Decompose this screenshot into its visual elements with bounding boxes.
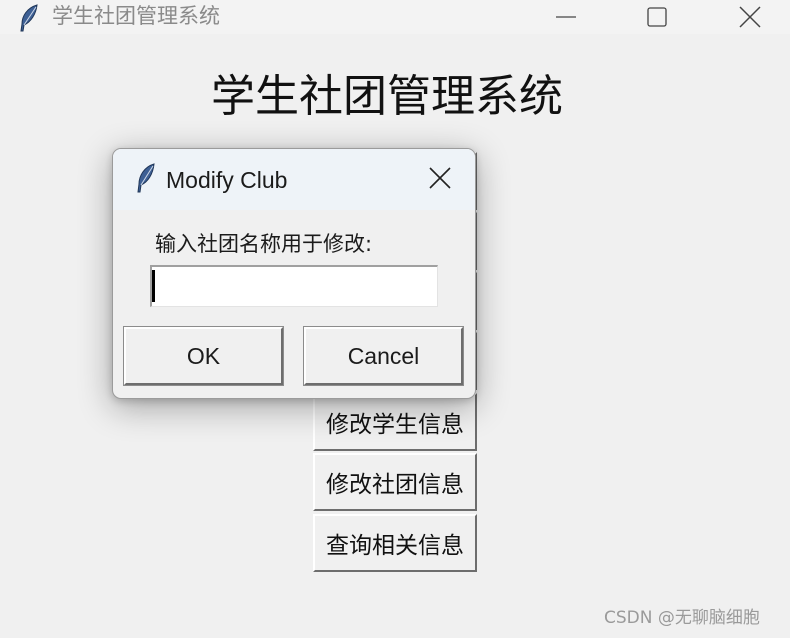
cancel-button[interactable]: Cancel [303, 326, 464, 386]
window-titlebar: 学生社团管理系统 [0, 0, 790, 34]
close-icon [429, 167, 451, 189]
modify-student-button[interactable]: 修改学生信息 [313, 393, 477, 451]
window-title: 学生社团管理系统 [52, 4, 220, 28]
feather-icon [135, 163, 157, 197]
ok-button[interactable]: OK [123, 326, 284, 386]
watermark: CSDN @无聊脑细胞 [604, 608, 760, 628]
club-name-input[interactable] [150, 265, 438, 307]
query-info-button[interactable]: 查询相关信息 [313, 514, 477, 572]
maximize-button[interactable] [627, 0, 687, 34]
dialog-title: Modify Club [166, 167, 288, 193]
text-caret [152, 270, 155, 302]
feather-icon [18, 4, 40, 36]
close-window-button[interactable] [720, 0, 780, 34]
dialog-close-button[interactable] [425, 163, 455, 193]
main-heading: 学生社团管理系统 [211, 71, 563, 122]
minimize-icon [556, 16, 576, 18]
dialog-prompt: 输入社团名称用于修改: [155, 232, 373, 256]
maximize-icon [647, 7, 667, 27]
minimize-button[interactable] [536, 0, 596, 34]
modify-club-dialog: Modify Club 输入社团名称用于修改: OK Cancel [112, 148, 476, 399]
dialog-titlebar: Modify Club [113, 149, 475, 210]
modify-club-button[interactable]: 修改社团信息 [313, 453, 477, 511]
close-icon [739, 6, 761, 28]
